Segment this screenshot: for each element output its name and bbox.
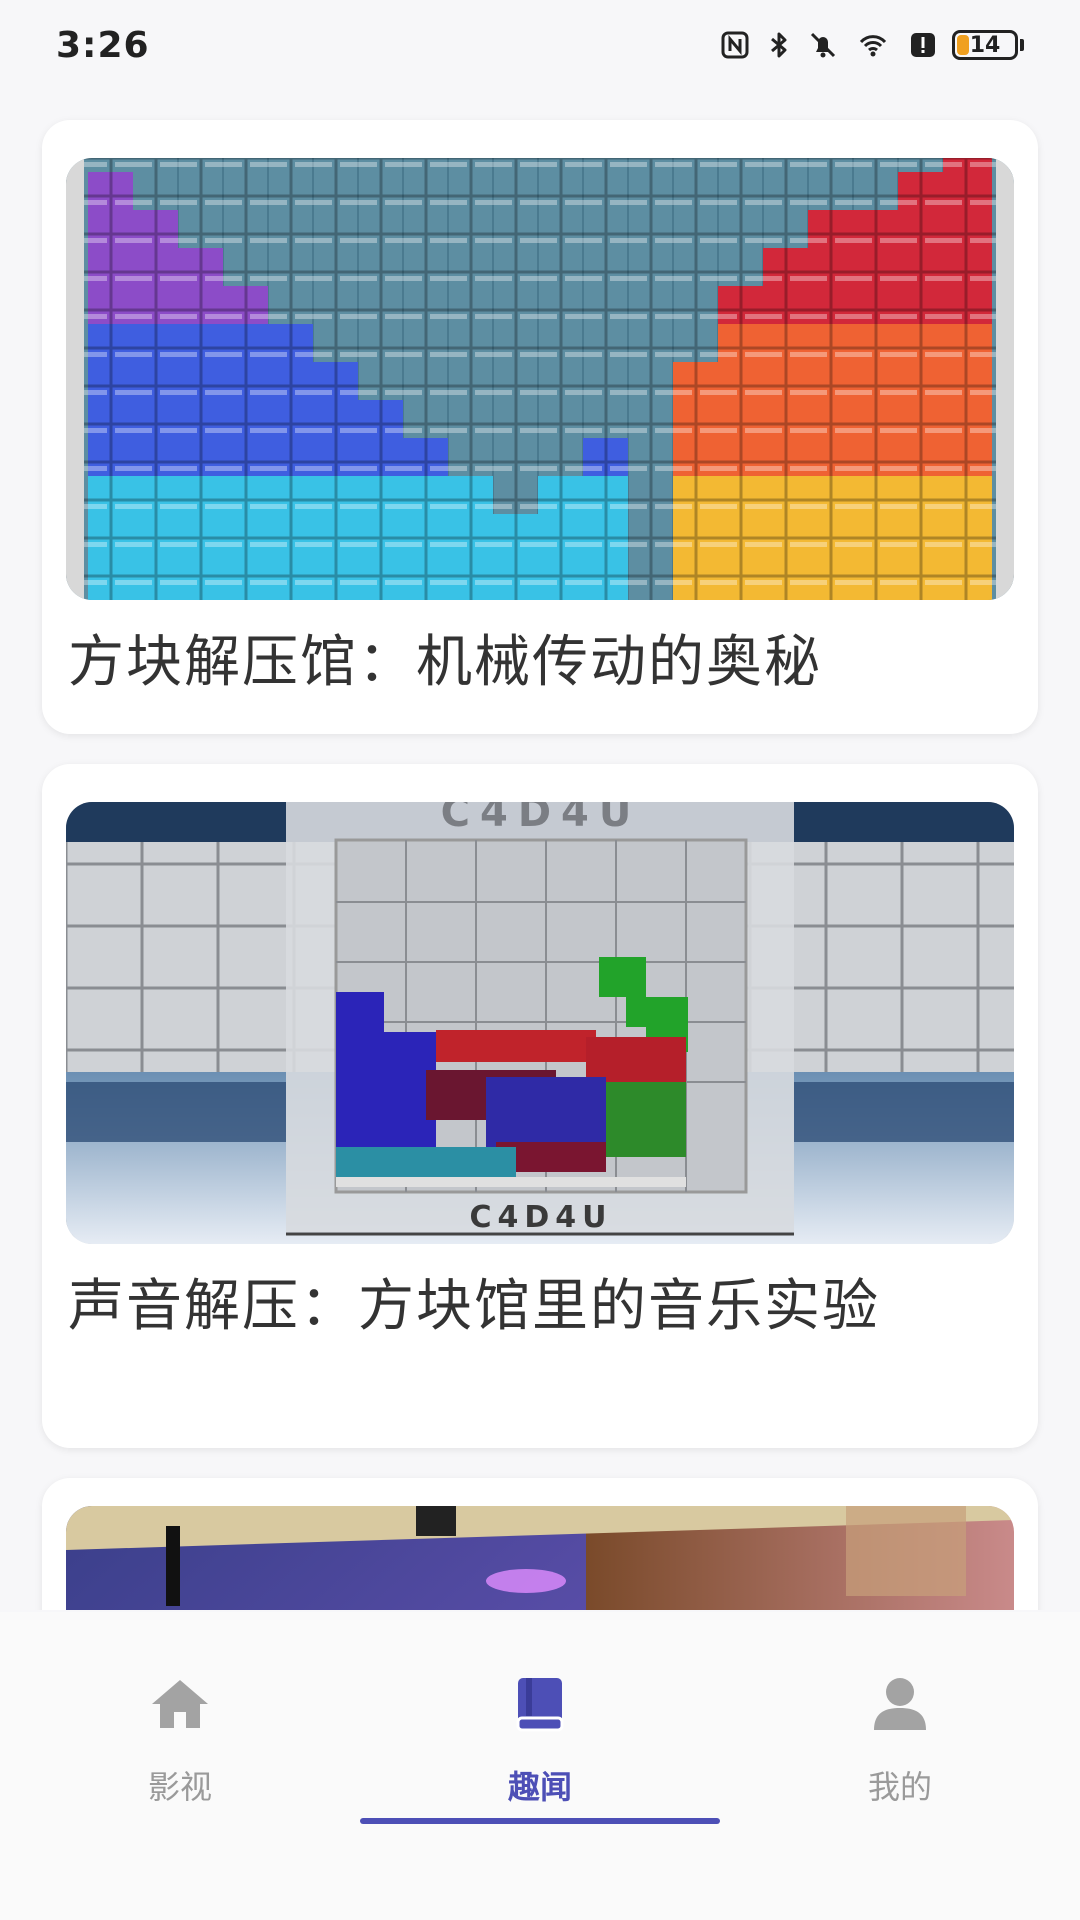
case-bottom-label: C4D4U — [469, 1200, 612, 1235]
wifi-icon — [859, 35, 887, 57]
nav-item-profile[interactable]: 我的 — [720, 1672, 1080, 1822]
card-title[interactable]: 声音解压：方块馆里的音乐实验 — [68, 1274, 1008, 1340]
nav-label-profile: 我的 — [867, 1768, 932, 1806]
feed-list[interactable]: 方块解压馆：机械传动的奥秘 C4D4U C4D4U 声音解压：方块馆里的音乐实验 — [0, 90, 1080, 1610]
mute-icon — [810, 32, 836, 58]
card-thumbnail[interactable] — [66, 158, 1014, 600]
concert-stage-image — [66, 1506, 1014, 1610]
status-time: 3:26 — [56, 24, 150, 66]
feed-card[interactable]: 方块解压馆：机械传动的奥秘 — [42, 120, 1038, 734]
card-title[interactable]: 方块解压馆：机械传动的奥秘 — [68, 630, 1008, 696]
nav-label-home: 影视 — [147, 1768, 212, 1806]
tetris-blocks-image — [66, 158, 1014, 600]
feed-card[interactable] — [42, 1478, 1038, 1610]
case-top-label: C4D4U — [441, 802, 642, 836]
person-icon — [874, 1678, 926, 1730]
nav-label-news: 趣闻 — [507, 1768, 572, 1806]
status-bar: 3:26 14 — [0, 0, 1080, 90]
battery-icon: 14 — [952, 30, 1024, 60]
alert-icon — [911, 33, 935, 57]
nav-item-home[interactable]: 影视 — [0, 1672, 360, 1822]
glass-tetris-image: C4D4U C4D4U — [66, 802, 1014, 1244]
active-tab-indicator — [360, 1818, 720, 1824]
nfc-icon — [721, 31, 749, 59]
status-icons: 14 — [720, 30, 1024, 60]
home-icon — [152, 1680, 208, 1728]
card-thumbnail[interactable]: C4D4U C4D4U — [66, 802, 1014, 1244]
bluetooth-icon — [771, 32, 787, 58]
book-icon — [516, 1678, 564, 1732]
feed-card[interactable]: C4D4U C4D4U 声音解压：方块馆里的音乐实验 — [42, 764, 1038, 1448]
nav-item-news[interactable]: 趣闻 — [360, 1672, 720, 1822]
bottom-nav: 影视 趣闻 我的 — [0, 1612, 1080, 1920]
battery-level: 14 — [969, 32, 1001, 58]
card-thumbnail[interactable] — [66, 1506, 1014, 1610]
